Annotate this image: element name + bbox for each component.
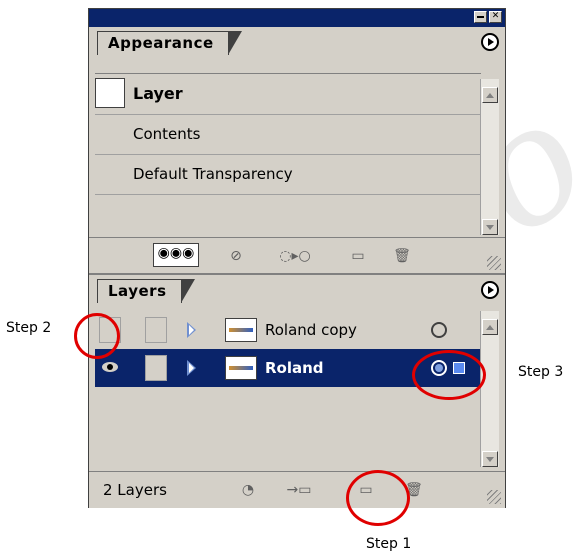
layer-name: Roland copy — [265, 321, 357, 339]
layer-count: 2 Layers — [103, 481, 167, 499]
resize-grip-icon[interactable] — [487, 490, 501, 504]
reduce-to-basic-icon[interactable]: ◌▸○ — [275, 247, 315, 265]
layers-footer: 2 Layers ◔ →▭ ▭ 🗑 — [89, 471, 505, 508]
make-clipping-mask-icon[interactable]: ◔ — [237, 481, 259, 499]
step-1-ring — [346, 470, 410, 526]
step-3-ring — [412, 350, 486, 400]
trash-icon[interactable]: 🗑 — [391, 247, 413, 265]
scroll-up-arrow-icon[interactable] — [482, 319, 498, 335]
lock-toggle[interactable] — [145, 355, 167, 381]
appearance-row-contents[interactable]: Contents — [95, 114, 481, 155]
step-3-label: Step 3 — [518, 364, 564, 380]
appearance-scrollbar[interactable] — [480, 79, 499, 235]
appearance-menu-icon[interactable] — [481, 33, 499, 51]
new-item-icon[interactable]: ▭ — [347, 247, 369, 265]
palette-window: ✕ Appearance Layer Contents Default Tran… — [88, 8, 506, 508]
layers-empty-area — [95, 387, 481, 467]
appearance-footer: ◉◉◉ ⊘ ◌▸○ ▭ 🗑 — [89, 237, 505, 274]
appearance-list: Layer Contents Default Transparency — [95, 73, 481, 238]
lock-toggle[interactable] — [145, 317, 167, 343]
eye-icon[interactable] — [101, 361, 119, 373]
duplicate-style-icon[interactable]: ◉◉◉ — [153, 243, 199, 267]
appearance-row-label: Default Transparency — [133, 165, 293, 183]
layer-name: Roland — [265, 359, 324, 377]
scroll-up-arrow-icon[interactable] — [482, 87, 498, 103]
clear-appearance-icon[interactable]: ⊘ — [225, 247, 247, 265]
expand-triangle-icon[interactable] — [187, 322, 196, 338]
appearance-tabrow: Appearance — [89, 27, 505, 55]
new-sublayer-icon[interactable]: →▭ — [285, 481, 313, 499]
step-1-label: Step 1 — [366, 536, 412, 552]
appearance-row-label: Layer — [133, 84, 183, 103]
scroll-down-arrow-icon[interactable] — [482, 451, 498, 467]
tab-layers[interactable]: Layers — [97, 279, 194, 303]
layer-thumbnail — [225, 356, 257, 380]
appearance-row-transparency[interactable]: Default Transparency — [95, 154, 481, 195]
layer-row[interactable]: Roland copy — [95, 311, 481, 349]
minimize-button[interactable] — [474, 11, 487, 23]
step-2-ring — [74, 313, 120, 359]
palette-titlebar[interactable]: ✕ — [89, 9, 505, 27]
appearance-row-label: Contents — [133, 125, 201, 143]
close-button[interactable]: ✕ — [489, 11, 502, 23]
step-2-label: Step 2 — [6, 320, 52, 336]
scroll-down-arrow-icon[interactable] — [482, 219, 498, 235]
target-circle-icon[interactable] — [431, 322, 447, 338]
layers-menu-icon[interactable] — [481, 281, 499, 299]
layer-swatch — [95, 78, 125, 108]
layers-scrollbar[interactable] — [480, 311, 499, 467]
expand-triangle-icon[interactable] — [187, 360, 196, 376]
layer-thumbnail — [225, 318, 257, 342]
tab-appearance[interactable]: Appearance — [97, 31, 242, 55]
layers-tabrow: Layers — [89, 273, 505, 303]
appearance-row-layer[interactable]: Layer — [95, 74, 481, 115]
resize-grip-icon[interactable] — [487, 256, 501, 270]
